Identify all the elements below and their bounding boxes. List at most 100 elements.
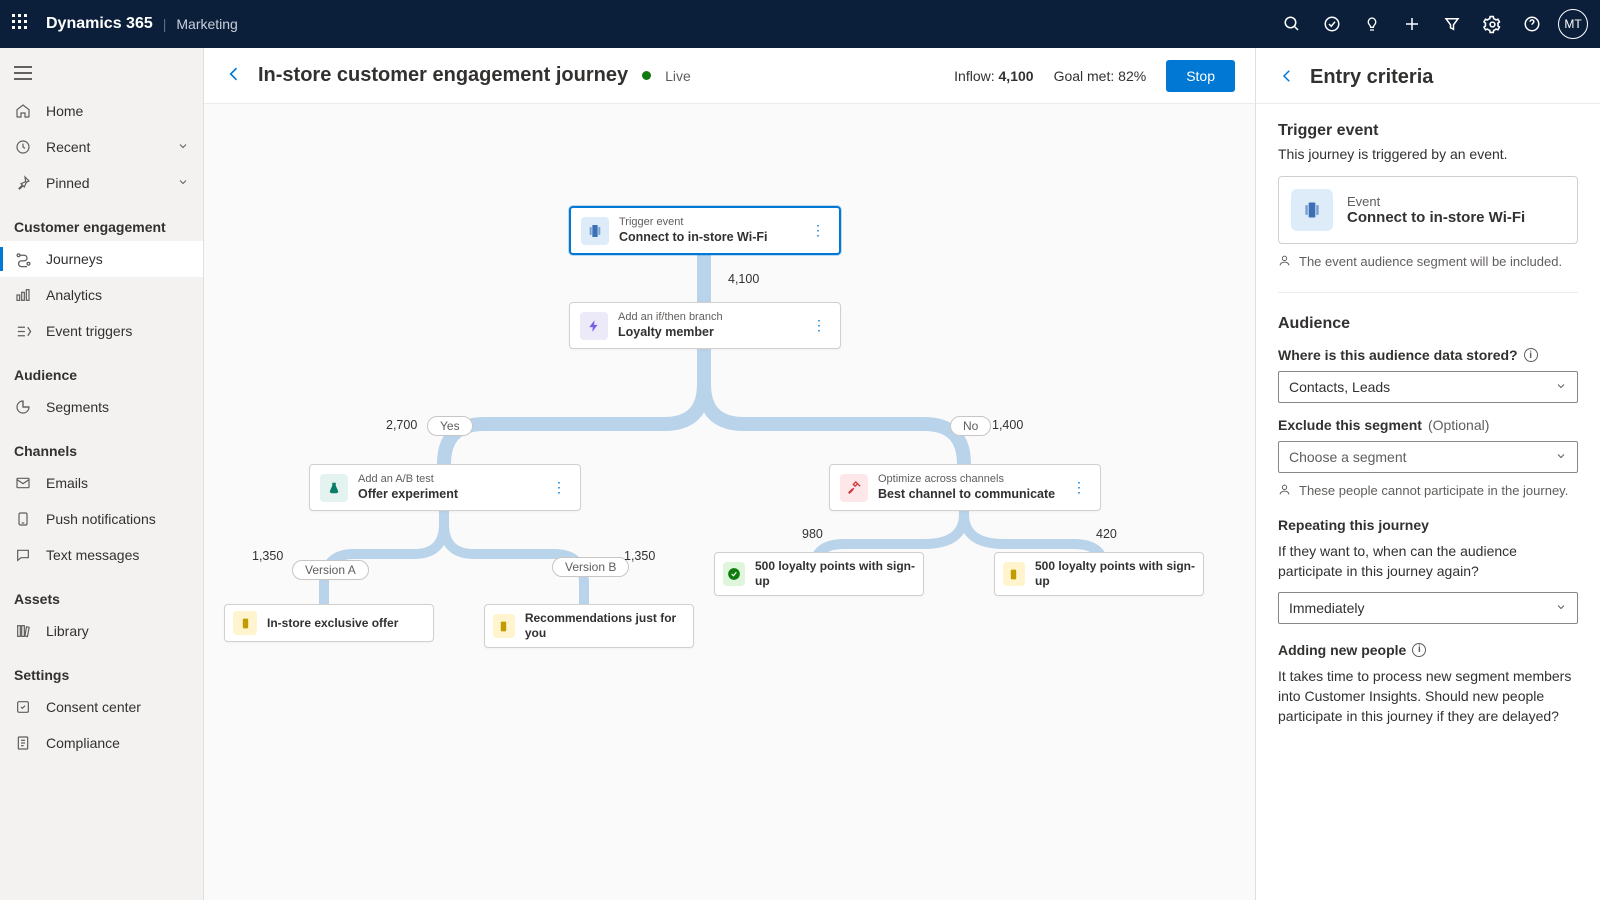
node-title: Offer experiment — [358, 487, 458, 503]
nav-library-label: Library — [46, 623, 89, 639]
trigger-icon — [581, 217, 609, 245]
lightbulb-icon[interactable] — [1352, 0, 1392, 48]
nav-compliance[interactable]: Compliance — [0, 725, 203, 761]
node-menu[interactable]: ⋮ — [548, 479, 570, 496]
sms-icon — [14, 546, 32, 564]
offer-icon — [493, 614, 515, 638]
node-type: Add an A/B test — [358, 473, 458, 487]
nav-analytics-label: Analytics — [46, 287, 102, 303]
node-version-a[interactable]: In-store exclusive offer — [224, 604, 434, 642]
nav-text[interactable]: Text messages — [0, 537, 203, 573]
event-card[interactable]: Event Connect to in-store Wi-Fi — [1278, 176, 1578, 244]
exclude-note: These people cannot participate in the j… — [1278, 483, 1578, 499]
optimize-icon — [840, 474, 868, 502]
node-title: 500 loyalty points with sign-up — [1035, 559, 1195, 589]
node-version-b[interactable]: Recommendations just for you — [484, 604, 694, 648]
abtest-icon — [320, 474, 348, 502]
nav-analytics[interactable]: Analytics — [0, 277, 203, 313]
filter-icon[interactable] — [1432, 0, 1472, 48]
version-a-pill: Version A — [292, 560, 369, 580]
node-type: Trigger event — [619, 216, 768, 230]
nav-emails-label: Emails — [46, 475, 88, 491]
nav-segments[interactable]: Segments — [0, 389, 203, 425]
nav-push-label: Push notifications — [46, 511, 156, 527]
analytics-icon — [14, 286, 32, 304]
flow-count-o1: 980 — [802, 527, 823, 541]
event-type: Event — [1347, 194, 1525, 209]
trigger-note: The event audience segment will be inclu… — [1278, 254, 1578, 270]
repeating-select[interactable]: Immediately — [1278, 592, 1578, 624]
page-command-bar: In-store customer engagement journey Liv… — [204, 48, 1255, 104]
user-avatar[interactable]: MT — [1558, 9, 1588, 39]
node-title: Recommendations just for you — [525, 611, 685, 641]
nav-push[interactable]: Push notifications — [0, 501, 203, 537]
info-icon[interactable]: i — [1412, 643, 1426, 657]
node-ifthen[interactable]: Add an if/then branch Loyalty member ⋮ — [569, 302, 841, 349]
add-icon[interactable] — [1392, 0, 1432, 48]
panel-title: Entry criteria — [1310, 66, 1433, 89]
nav-emails[interactable]: Emails — [0, 465, 203, 501]
status-text: Live — [665, 68, 691, 84]
node-menu[interactable]: ⋮ — [808, 317, 830, 334]
node-loyalty-2[interactable]: 500 loyalty points with sign-up — [994, 552, 1204, 596]
info-icon[interactable]: i — [1524, 348, 1538, 362]
node-optimize[interactable]: Optimize across channels Best channel to… — [829, 464, 1101, 511]
nav-library[interactable]: Library — [0, 613, 203, 649]
help-icon[interactable] — [1512, 0, 1552, 48]
nav-home[interactable]: Home — [0, 93, 203, 129]
settings-icon[interactable] — [1472, 0, 1512, 48]
nav-consent-label: Consent center — [46, 699, 141, 715]
hamburger-toggle[interactable] — [0, 56, 203, 93]
properties-panel: Entry criteria Trigger event This journe… — [1256, 48, 1600, 900]
offer-icon — [1003, 562, 1025, 586]
node-trigger-event[interactable]: Trigger event Connect to in-store Wi-Fi … — [569, 206, 841, 255]
back-button[interactable] — [224, 64, 244, 87]
where-stored-label: Where is this audience data stored? i — [1278, 347, 1578, 363]
node-type: Add an if/then branch — [618, 311, 723, 325]
consent-icon — [14, 698, 32, 716]
node-abtest[interactable]: Add an A/B test Offer experiment ⋮ — [309, 464, 581, 511]
status-indicator — [642, 71, 651, 80]
flow-count-vb: 1,350 — [624, 549, 655, 563]
panel-back-button[interactable] — [1278, 67, 1296, 88]
check-icon — [723, 562, 745, 586]
nav-text-label: Text messages — [46, 547, 139, 563]
triggers-icon — [14, 322, 32, 340]
where-stored-select[interactable]: Contacts, Leads — [1278, 371, 1578, 403]
email-icon — [14, 474, 32, 492]
nav-journeys[interactable]: Journeys — [0, 241, 203, 277]
branch-yes-pill: Yes — [427, 416, 473, 436]
node-title: Loyalty member — [618, 325, 723, 341]
section-channels: Channels — [0, 425, 203, 465]
node-title: In-store exclusive offer — [267, 616, 398, 631]
chevron-down-icon — [1555, 379, 1567, 395]
brand-name[interactable]: Dynamics 365 — [46, 15, 153, 33]
node-loyalty-1[interactable]: 500 loyalty points with sign-up — [714, 552, 924, 596]
node-type: Optimize across channels — [878, 473, 1055, 487]
event-name: Connect to in-store Wi-Fi — [1347, 209, 1525, 226]
app-launcher[interactable] — [12, 14, 32, 34]
journey-canvas[interactable]: Trigger event Connect to in-store Wi-Fi … — [204, 104, 1255, 900]
node-menu[interactable]: ⋮ — [807, 222, 829, 239]
push-icon — [14, 510, 32, 528]
app-topbar: Dynamics 365 | Marketing MT — [0, 0, 1600, 48]
compliance-icon — [14, 734, 32, 752]
inflow-metric: Inflow: 4,100 — [954, 68, 1033, 84]
nav-consent[interactable]: Consent center — [0, 689, 203, 725]
search-icon[interactable] — [1272, 0, 1312, 48]
nav-event-triggers[interactable]: Event triggers — [0, 313, 203, 349]
section-settings: Settings — [0, 649, 203, 689]
exclude-segment-select[interactable]: Choose a segment — [1278, 441, 1578, 473]
app-name[interactable]: Marketing — [176, 16, 237, 32]
section-customer-engagement: Customer engagement — [0, 201, 203, 241]
node-menu[interactable]: ⋮ — [1068, 479, 1090, 496]
flow-count-yes: 2,700 — [386, 418, 417, 432]
stop-button[interactable]: Stop — [1166, 60, 1235, 92]
adding-people-body: It takes time to process new segment mem… — [1278, 666, 1578, 727]
node-title: Best channel to communicate — [878, 487, 1055, 503]
task-icon[interactable] — [1312, 0, 1352, 48]
nav-recent[interactable]: Recent — [0, 129, 203, 165]
nav-pinned[interactable]: Pinned — [0, 165, 203, 201]
select-placeholder: Choose a segment — [1289, 449, 1407, 465]
trigger-event-sub: This journey is triggered by an event. — [1278, 146, 1578, 162]
